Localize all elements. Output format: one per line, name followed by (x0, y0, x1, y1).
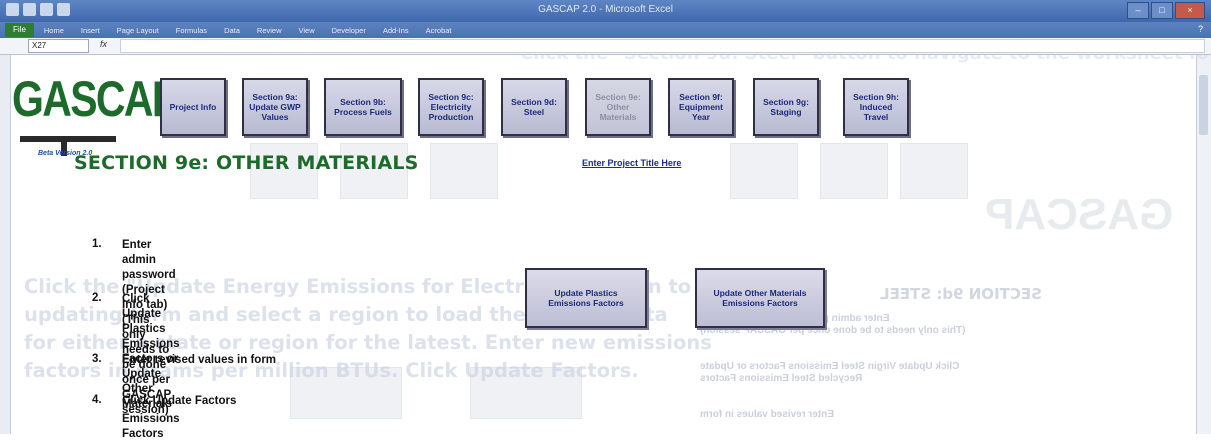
gascap-logo: GASCAP Beta Version 2.0 (10, 66, 179, 166)
tab-data[interactable]: Data (224, 26, 240, 35)
ghost-heading: SECTION 9d: STEEL (880, 285, 1042, 303)
step-text: Click Update Factors (122, 395, 237, 407)
nav-section-9d-button[interactable]: Section 9d: Steel (501, 78, 567, 136)
window-controls: – □ × (1127, 2, 1205, 19)
nav-section-9e-button[interactable]: Section 9e: Other Materials (585, 78, 651, 136)
step-number: 2. (92, 292, 102, 304)
nav-project-info-button[interactable]: Project Info (160, 78, 226, 136)
ghost-button (290, 367, 402, 419)
ghost-button (730, 143, 798, 199)
fx-icon[interactable]: fx (100, 39, 107, 49)
formula-input[interactable] (120, 39, 1205, 53)
ribbon-tabs: File Home Insert Page Layout Formulas Da… (0, 22, 1211, 38)
step-number: 3. (92, 353, 102, 365)
step-text: Enter revised values in form (122, 354, 277, 366)
tab-review[interactable]: Review (257, 26, 282, 35)
update-other-materials-emissions-button[interactable]: Update Other Materials Emissions Factors (695, 268, 825, 328)
vertical-scrollbar[interactable] (1196, 55, 1211, 434)
window-title: GASCAP 2.0 - Microsoft Excel (538, 4, 673, 15)
tab-insert[interactable]: Insert (81, 26, 100, 35)
ghost-step: Recycled Steel Emissions Factors (700, 373, 863, 384)
tab-add-ins[interactable]: Add-Ins (383, 26, 409, 35)
tab-view[interactable]: View (299, 26, 315, 35)
scrollbar-thumb[interactable] (1199, 75, 1208, 135)
ghost-button (900, 143, 968, 199)
name-box[interactable]: X27 (28, 39, 89, 53)
overlay-top-line: Click the "Section 9d: Steel" button to … (520, 55, 1211, 64)
logo-bar (20, 136, 116, 142)
tab-home[interactable]: Home (44, 26, 64, 35)
tab-acrobat[interactable]: Acrobat (426, 26, 452, 35)
nav-section-9f-button[interactable]: Section 9f: Equipment Year (668, 78, 734, 136)
formula-bar: X27 fx (0, 38, 1211, 55)
ghost-button (470, 367, 582, 419)
nav-section-9h-button[interactable]: Section 9h: Induced Travel (843, 78, 909, 136)
nav-section-9c-button[interactable]: Section 9c: Electricity Production (418, 78, 484, 136)
page-title: SECTION 9e: OTHER MATERIALS (74, 152, 419, 174)
step-number: 1. (92, 238, 102, 250)
minimize-button[interactable]: – (1127, 2, 1149, 19)
tab-formulas[interactable]: Formulas (176, 26, 207, 35)
logo-text: GASCAP (12, 71, 179, 127)
nav-section-9a-button[interactable]: Section 9a: Update GWP Values (242, 78, 308, 136)
ghost-logo: GASCAP (985, 190, 1174, 239)
update-plastics-emissions-button[interactable]: Update Plastics Emissions Factors (525, 268, 647, 328)
tab-page-layout[interactable]: Page Layout (117, 26, 159, 35)
nav-section-9b-button[interactable]: Section 9b: Process Fuels (324, 78, 402, 136)
help-icon[interactable]: ? (1198, 24, 1203, 34)
title-bar: GASCAP 2.0 - Microsoft Excel – □ × (0, 0, 1211, 22)
tab-developer[interactable]: Developer (332, 26, 366, 35)
project-title-link[interactable]: Enter Project Title Here (582, 158, 681, 168)
maximize-button[interactable]: □ (1151, 2, 1173, 19)
tab-file[interactable]: File (5, 23, 34, 37)
ghost-step: Click Update Virgin Steel Emissions Fact… (700, 361, 960, 372)
nav-section-9g-button[interactable]: Section 9g: Staging (753, 78, 819, 136)
ghost-step: Enter revised values in form (700, 409, 834, 420)
step-number: 4. (92, 394, 102, 406)
ghost-button (820, 143, 888, 199)
ghost-button (430, 143, 498, 199)
close-button[interactable]: × (1175, 2, 1205, 19)
